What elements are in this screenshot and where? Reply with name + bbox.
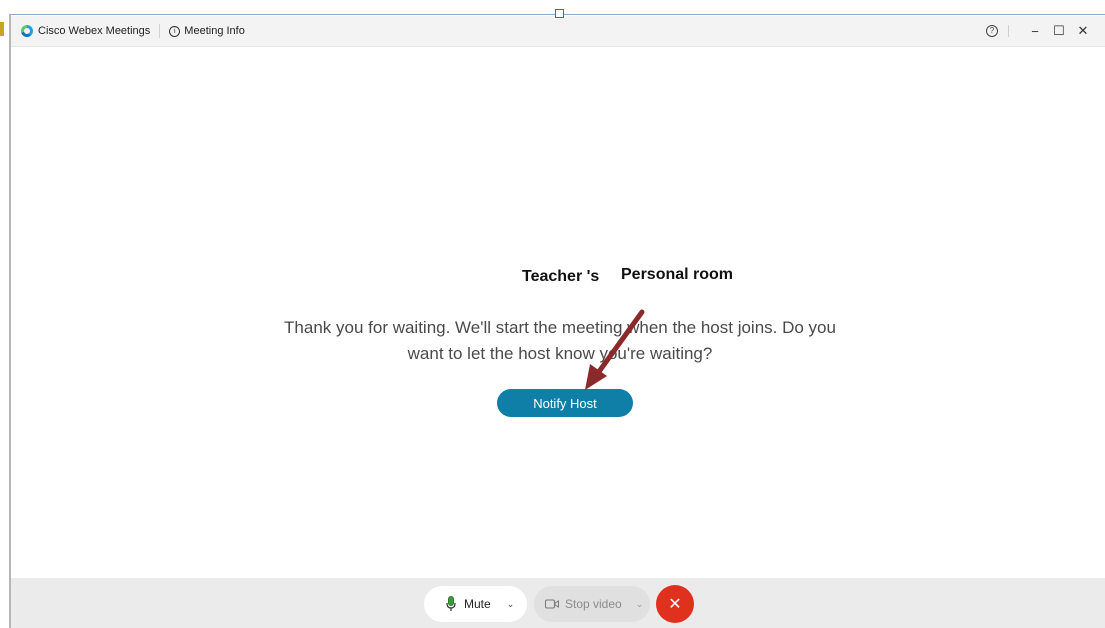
mute-label: Mute (464, 597, 491, 611)
camera-icon (545, 599, 559, 609)
leave-meeting-button[interactable]: ✕ (656, 585, 694, 623)
titlebar: Cisco Webex Meetings i Meeting Info ? − … (11, 16, 1105, 47)
titlebar-divider (159, 24, 161, 38)
maximize-button[interactable]: ☐ (1047, 23, 1071, 39)
webex-logo-icon (21, 25, 33, 37)
close-window-button[interactable]: ✕ (1071, 23, 1095, 39)
controls-divider (1008, 25, 1009, 37)
meeting-info-label: Meeting Info (184, 25, 245, 37)
meeting-info-button[interactable]: i Meeting Info (169, 25, 245, 37)
question-circle-icon[interactable]: ? (986, 25, 998, 37)
window-controls: ? − ☐ ✕ (986, 23, 1095, 39)
minimize-button[interactable]: − (1023, 24, 1047, 39)
annotation-personal-room: Personal room (621, 266, 734, 283)
microphone-icon (446, 596, 456, 611)
annotation-teacher: Teacher 's (522, 268, 600, 285)
window-edge-accent (0, 22, 4, 36)
close-icon: ✕ (668, 596, 682, 613)
notify-host-button[interactable]: Notify Host (497, 389, 633, 417)
mute-button[interactable]: Mute ⌄ (424, 586, 527, 622)
stop-video-button[interactable]: Stop video ⌄ (534, 586, 650, 622)
chevron-down-icon[interactable]: ⌄ (636, 599, 644, 610)
info-icon: i (169, 25, 181, 37)
app-title: Cisco Webex Meetings (38, 25, 151, 37)
waiting-message: Thank you for waiting. We'll start the m… (284, 318, 836, 363)
window-resize-handle[interactable] (555, 9, 564, 18)
chevron-down-icon[interactable]: ⌄ (507, 599, 515, 610)
stop-video-label: Stop video (565, 597, 622, 611)
